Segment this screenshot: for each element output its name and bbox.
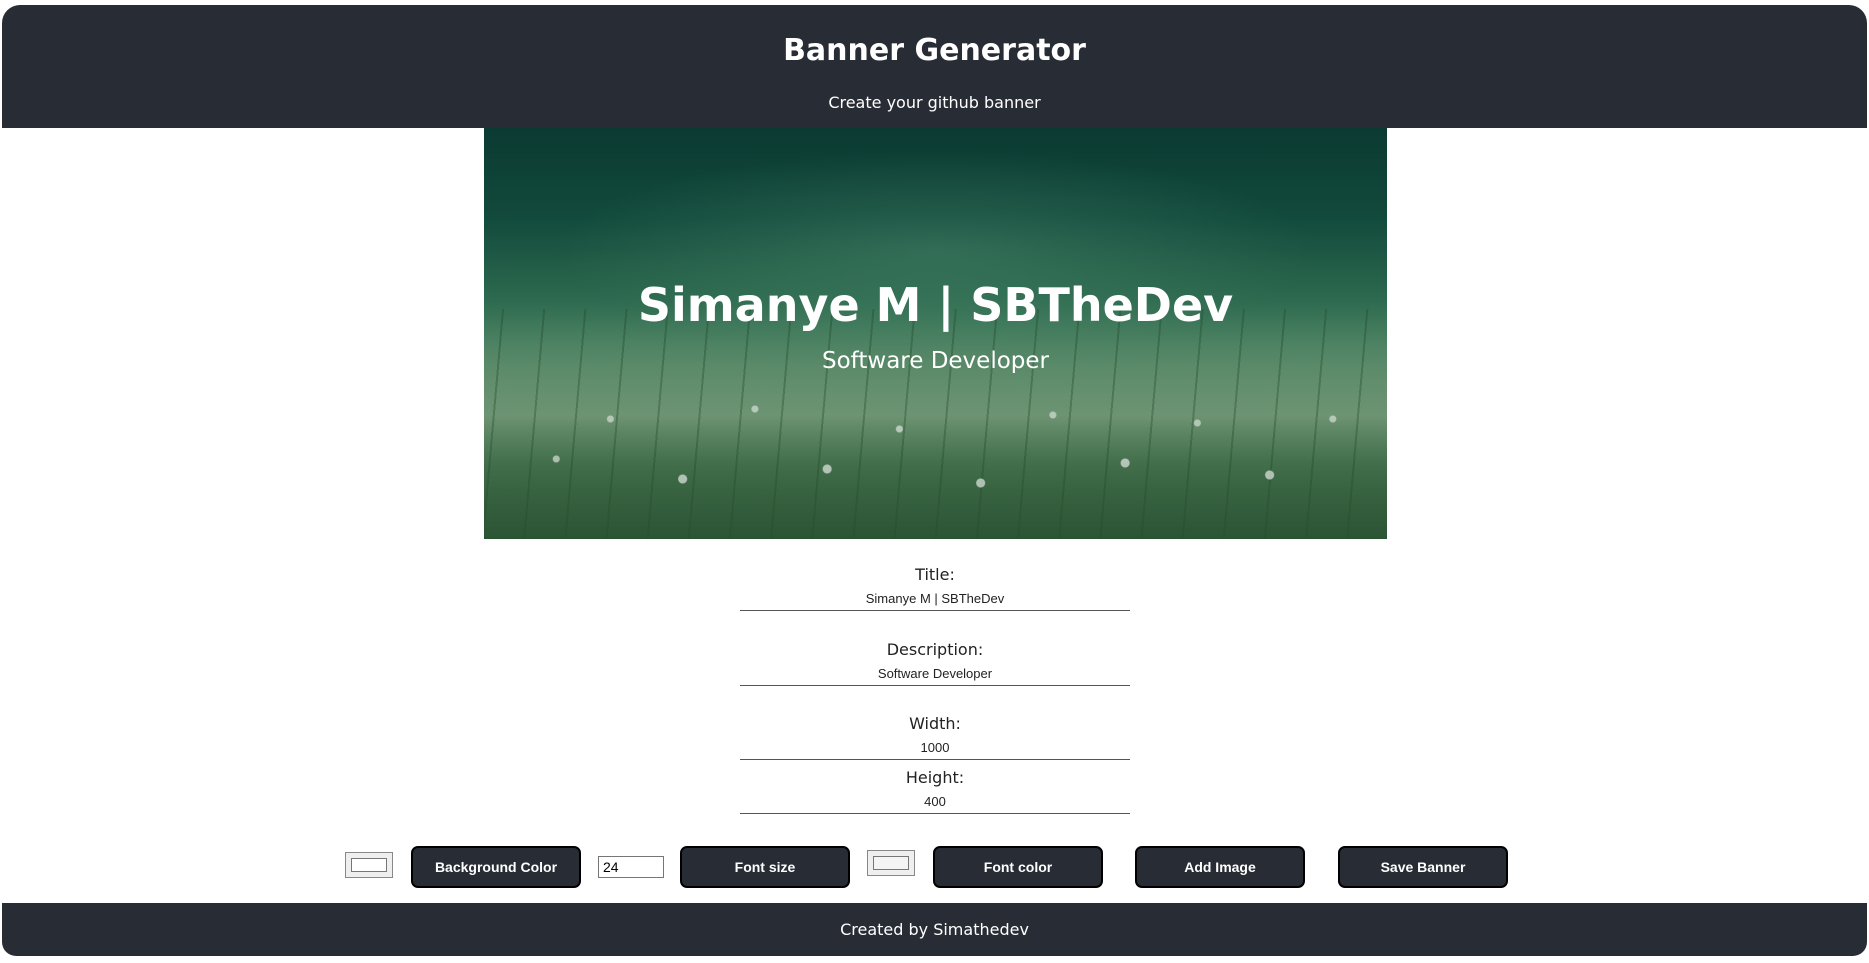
height-label: Height:: [905, 768, 965, 787]
height-input[interactable]: [740, 789, 1130, 814]
width-label: Width:: [909, 714, 961, 733]
controls-bar: Background Color Font size Font color Ad…: [0, 846, 1869, 888]
font-size-button[interactable]: Font size: [680, 846, 850, 888]
title-input[interactable]: [740, 586, 1130, 611]
font-size-input[interactable]: [598, 856, 664, 878]
font-color-swatch: [873, 856, 909, 870]
background-color-swatch: [351, 858, 387, 872]
background-color-button[interactable]: Background Color: [411, 846, 581, 888]
app-footer: Created by Simathedev: [2, 903, 1867, 956]
banner-title: Simanye M | SBTheDev: [637, 278, 1234, 332]
width-field-group: Width:: [740, 713, 1130, 760]
page-title: Banner Generator: [783, 33, 1086, 68]
title-label: Title:: [915, 565, 955, 584]
save-banner-button[interactable]: Save Banner: [1338, 846, 1508, 888]
page: Banner Generator Create your github bann…: [0, 0, 1869, 963]
description-field-group: Description:: [740, 639, 1130, 686]
background-color-picker[interactable]: [345, 852, 393, 878]
title-field-group: Title:: [740, 564, 1130, 611]
app-header: Banner Generator Create your github bann…: [2, 5, 1867, 128]
add-image-button[interactable]: Add Image: [1135, 846, 1305, 888]
footer-credit: Created by Simathedev: [840, 920, 1029, 939]
height-field-group: Height:: [740, 767, 1130, 814]
description-label: Description:: [886, 640, 984, 659]
width-input[interactable]: [740, 735, 1130, 760]
font-color-button[interactable]: Font color: [933, 846, 1103, 888]
font-color-picker[interactable]: [867, 850, 915, 876]
banner-description: Software Developer: [822, 348, 1049, 374]
banner-preview: Simanye M | SBTheDev Software Developer: [484, 128, 1387, 539]
description-input[interactable]: [740, 661, 1130, 686]
page-subtitle: Create your github banner: [828, 93, 1041, 112]
